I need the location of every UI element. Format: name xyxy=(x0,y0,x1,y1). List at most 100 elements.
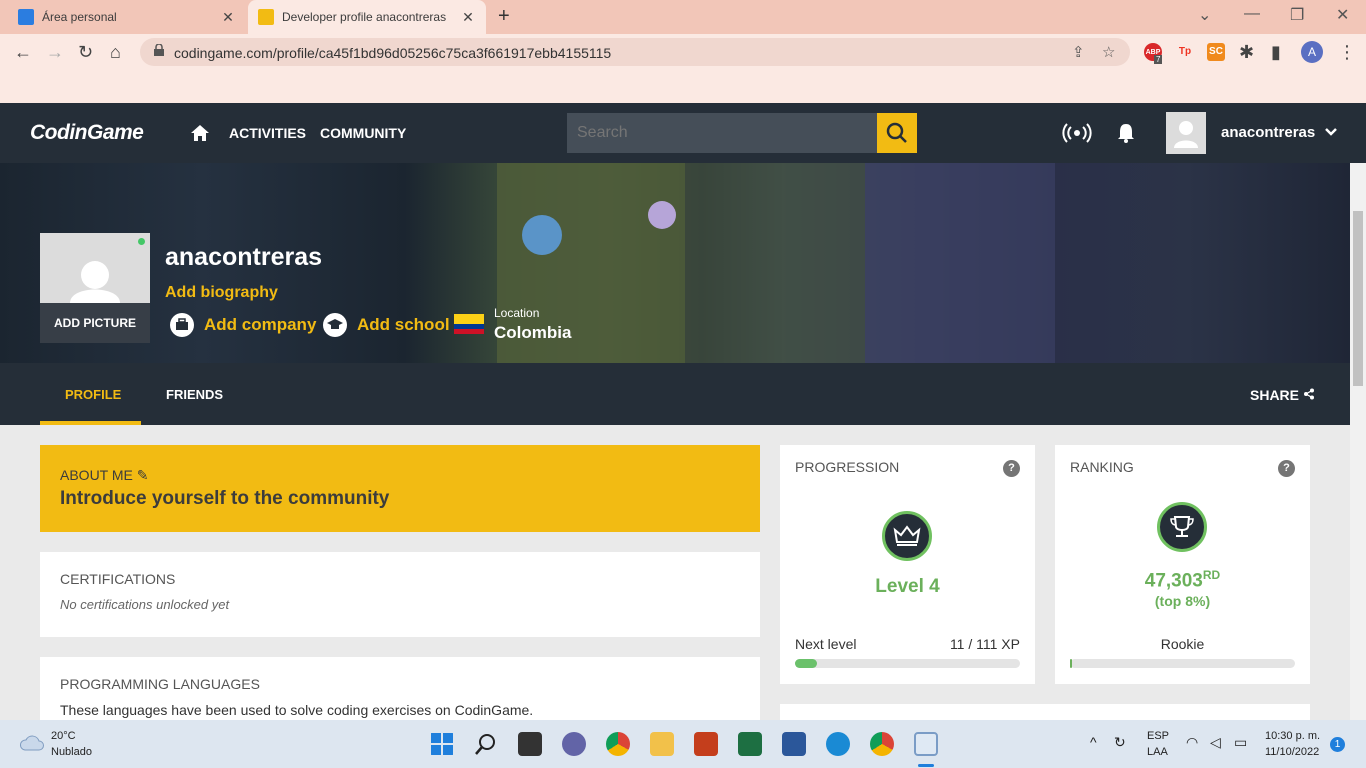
page-scrollbar[interactable] xyxy=(1350,163,1366,720)
sync-icon[interactable]: ↻ xyxy=(1114,734,1126,751)
scrollbar-thumb[interactable] xyxy=(1353,211,1363,386)
profile-tabs: PROFILE FRIENDS SHARE xyxy=(0,363,1350,425)
share-label: SHARE xyxy=(1250,387,1300,403)
add-company-link[interactable]: Add company xyxy=(204,315,316,335)
about-me-card[interactable]: ABOUT ME ✎ Introduce yourself to the com… xyxy=(40,445,760,532)
notifications-bell-icon[interactable] xyxy=(1116,122,1136,144)
url-bar[interactable]: codingame.com/profile/ca45f1bd96d05256c7… xyxy=(140,38,1130,66)
programming-languages-card: PROGRAMMING LANGUAGES These languages ha… xyxy=(40,657,760,720)
codingame-favicon-icon xyxy=(258,9,274,25)
chevron-up-icon[interactable]: ^ xyxy=(1090,734,1097,750)
tab-title: Área personal xyxy=(42,10,117,24)
xp-value: 11 / 111 XP xyxy=(949,636,1020,652)
default-avatar-icon xyxy=(70,261,120,303)
add-biography-link[interactable]: Add biography xyxy=(165,284,278,302)
about-me-text: Introduce yourself to the community xyxy=(60,488,390,509)
powerpoint-icon[interactable] xyxy=(694,732,718,756)
help-icon[interactable]: ? xyxy=(1003,460,1020,477)
certifications-text: No certifications unlocked yet xyxy=(60,597,230,612)
search-icon xyxy=(886,122,907,143)
tab-area-personal[interactable]: Área personal ✕ xyxy=(8,0,246,34)
sc-extension-icon[interactable]: SC xyxy=(1207,43,1225,61)
xp-progress-bar xyxy=(795,659,1020,668)
keyboard-layout[interactable]: LAA xyxy=(1147,746,1168,758)
rank-progress-bar xyxy=(1070,659,1295,668)
task-view-icon[interactable] xyxy=(518,732,542,756)
language-code[interactable]: ESP xyxy=(1147,730,1169,742)
chrome-icon[interactable] xyxy=(606,732,630,756)
temo-favicon-icon xyxy=(18,9,34,25)
add-picture-button[interactable]: ADD PICTURE xyxy=(40,303,150,343)
about-me-header: ABOUT ME ✎ xyxy=(60,467,740,484)
search-icon[interactable] xyxy=(474,732,498,756)
tab-search-icon[interactable]: ⌄ xyxy=(1198,5,1211,25)
window-close-icon[interactable]: ✕ xyxy=(1336,5,1349,25)
codingame-logo[interactable]: CodinGame xyxy=(30,121,144,145)
logo-text: CodinGame xyxy=(30,121,144,144)
battery-icon[interactable]: ▭ xyxy=(1234,734,1247,751)
side-panel-icon[interactable]: ▮ xyxy=(1271,42,1281,63)
colombia-flag-icon xyxy=(454,314,484,334)
rank-value-wrap: 47,303RD xyxy=(1055,568,1310,592)
sc-label: SC xyxy=(1209,46,1223,57)
new-tab-icon[interactable]: + xyxy=(498,5,510,28)
banner-game-art xyxy=(685,163,865,363)
weather-desc: Nublado xyxy=(51,746,92,758)
add-school-link[interactable]: Add school xyxy=(357,315,450,335)
windows-start-icon[interactable] xyxy=(430,732,454,756)
extensions-puzzle-icon[interactable]: ✱ xyxy=(1239,42,1254,63)
forward-icon[interactable]: → xyxy=(46,42,64,63)
share-page-icon[interactable]: ⇪ xyxy=(1072,43,1085,61)
close-icon[interactable]: ✕ xyxy=(220,9,236,26)
tab-profile[interactable]: PROFILE xyxy=(65,387,121,402)
file-explorer-icon[interactable] xyxy=(650,732,674,756)
minimize-icon[interactable]: — xyxy=(1244,5,1260,23)
excel-icon[interactable] xyxy=(738,732,762,756)
user-avatar[interactable] xyxy=(1166,112,1206,154)
rank-badge xyxy=(1157,502,1207,552)
maximize-icon[interactable]: ❐ xyxy=(1290,5,1304,25)
weather-cloud-icon[interactable] xyxy=(18,732,46,754)
header-username[interactable]: anacontreras xyxy=(1221,124,1315,141)
location-label: Location xyxy=(494,306,540,320)
programming-languages-text: These languages have been used to solve … xyxy=(60,702,534,718)
help-icon[interactable]: ? xyxy=(1278,460,1295,477)
pencil-icon[interactable]: ✎ xyxy=(137,467,149,483)
notification-count-badge[interactable]: 1 xyxy=(1330,737,1345,752)
share-button[interactable]: SHARE xyxy=(1250,387,1315,403)
snipping-tool-icon[interactable] xyxy=(914,732,938,756)
browser-menu-icon[interactable]: ⋮ xyxy=(1338,42,1356,63)
volume-icon[interactable]: ◁ xyxy=(1210,734,1221,751)
wifi-icon[interactable]: ◠ xyxy=(1186,734,1198,751)
clock-time[interactable]: 10:30 p. m. xyxy=(1265,730,1320,742)
back-icon[interactable]: ← xyxy=(14,42,32,63)
search-button[interactable] xyxy=(877,113,917,153)
tab-friends[interactable]: FRIENDS xyxy=(166,387,223,402)
close-icon[interactable]: ✕ xyxy=(460,9,476,26)
tp-extension-icon[interactable]: Tp xyxy=(1176,43,1194,61)
word-icon[interactable] xyxy=(782,732,806,756)
home-icon[interactable]: ⌂ xyxy=(110,42,121,63)
tab-developer-profile[interactable]: Developer profile anacontreras ✕ xyxy=(248,0,486,34)
home-icon[interactable] xyxy=(190,123,210,143)
progression-title: PROGRESSION xyxy=(795,459,900,475)
address-toolbar: ← → ↻ ⌂ codingame.com/profile/ca45f1bd96… xyxy=(0,34,1366,70)
search-input[interactable] xyxy=(567,113,877,153)
url-text: codingame.com/profile/ca45f1bd96d05256c7… xyxy=(174,45,612,61)
teams-chat-icon[interactable] xyxy=(562,732,586,756)
reload-icon[interactable]: ↻ xyxy=(78,42,93,63)
bookmark-star-icon[interactable]: ☆ xyxy=(1102,43,1115,61)
level-badge xyxy=(882,511,932,561)
about-me-label: ABOUT ME xyxy=(60,467,133,483)
live-broadcast-icon[interactable] xyxy=(1062,122,1092,144)
lock-icon xyxy=(154,44,164,56)
edge-icon[interactable] xyxy=(826,732,850,756)
chevron-down-icon[interactable] xyxy=(1324,125,1338,139)
browser-profile-avatar[interactable]: A xyxy=(1301,41,1323,63)
nav-community[interactable]: COMMUNITY xyxy=(320,125,406,141)
site-header: CodinGame ACTIVITIES COMMUNITY anacontre… xyxy=(0,103,1366,163)
clock-date[interactable]: 11/10/2022 xyxy=(1265,746,1319,758)
nav-activities[interactable]: ACTIVITIES xyxy=(229,125,306,141)
chrome-profile-icon[interactable] xyxy=(870,732,894,756)
level-value: Level 4 xyxy=(875,576,940,597)
